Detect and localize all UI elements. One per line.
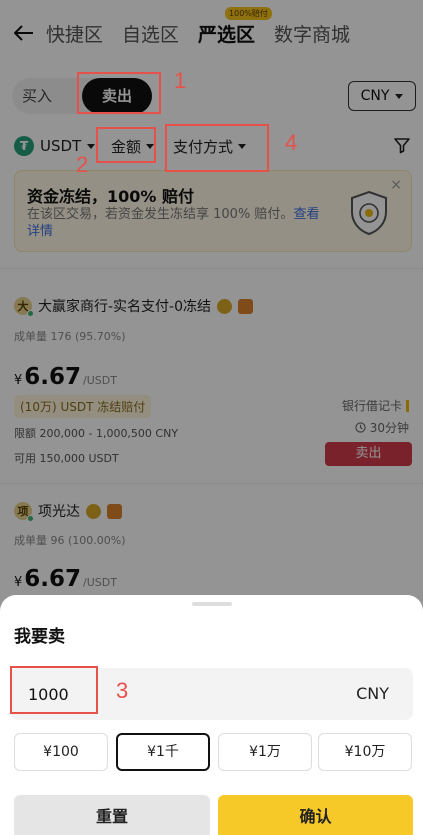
annotation-box-3: [10, 666, 98, 714]
annotation-box-4: [165, 124, 269, 172]
annotation-number-2: 2: [76, 152, 89, 177]
annotation-box-1: [77, 72, 161, 114]
p2p-trade-page: 快捷区 自选区 严选区 100%赔付 数字商城 买入 卖出 CNY ₮ USDT…: [0, 0, 423, 835]
quick-amount-10k[interactable]: ¥1万: [218, 733, 312, 771]
annotation-number-1: 1: [174, 68, 187, 93]
drag-handle[interactable]: [192, 602, 232, 606]
quick-amount-1k[interactable]: ¥1千: [116, 733, 210, 771]
sell-amount-sheet: 我要卖 CNY ¥100 ¥1千 ¥1万 ¥10万 重置 确认: [0, 595, 423, 835]
annotation-number-4: 4: [285, 130, 298, 155]
quick-amount-100[interactable]: ¥100: [14, 733, 108, 771]
quick-amount-100k[interactable]: ¥10万: [318, 733, 412, 771]
sheet-title: 我要卖: [14, 627, 65, 647]
amount-currency: CNY: [356, 684, 389, 703]
annotation-number-3: 3: [116, 678, 129, 703]
reset-button[interactable]: 重置: [14, 795, 210, 835]
confirm-button[interactable]: 确认: [218, 795, 413, 835]
annotation-box-2: [96, 127, 156, 163]
